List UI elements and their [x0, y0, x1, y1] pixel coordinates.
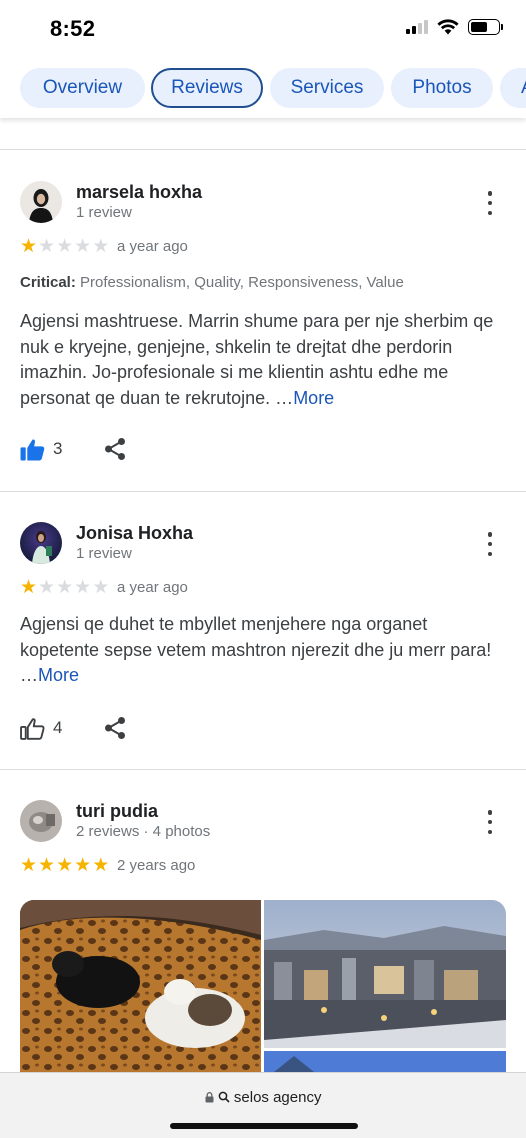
reviewer-name[interactable]: turi pudia: [76, 801, 158, 822]
star-icon: ★: [92, 855, 110, 876]
more-vert-icon[interactable]: [484, 532, 496, 556]
star-icon: ★: [92, 236, 110, 257]
review-card: marsela hoxha 1 review ★ ★ ★ ★ ★ a year …: [0, 150, 526, 492]
avatar[interactable]: [20, 181, 62, 223]
tab-photos[interactable]: Photos: [391, 68, 493, 108]
star-icon: ★: [92, 577, 110, 598]
more-link[interactable]: More: [293, 388, 334, 408]
star-icon: ★: [74, 855, 92, 876]
previous-review-remnant: [0, 116, 526, 150]
thumb-up-icon[interactable]: [20, 717, 45, 740]
reviewer-meta: 1 review: [76, 204, 132, 221]
tab-services[interactable]: Services: [270, 68, 384, 108]
review-card: Jonisa Hoxha 1 review ★ ★ ★ ★ ★ a year a…: [0, 492, 526, 770]
like-count: 4: [53, 718, 63, 737]
review-text: Agjensi mashtruese. Marrin shume para pe…: [20, 309, 508, 411]
star-icon: ★: [74, 236, 92, 257]
star-icon: ★: [74, 577, 92, 598]
review-date: 2 years ago: [117, 857, 196, 874]
reviewer-name[interactable]: marsela hoxha: [76, 182, 202, 203]
browser-address-bar[interactable]: selos agency: [0, 1072, 526, 1138]
star-rating: ★ ★ ★ ★ ★: [20, 578, 109, 597]
status-time: 8:52: [50, 16, 96, 41]
star-icon: ★: [20, 236, 38, 257]
tab-about[interactable]: A: [500, 68, 526, 108]
status-icons: [406, 19, 503, 35]
critical-label: Critical:: [20, 274, 76, 291]
status-bar: 8:52: [0, 0, 526, 58]
more-vert-icon[interactable]: [484, 191, 496, 215]
share-icon[interactable]: [104, 716, 126, 740]
wifi-icon: [437, 19, 459, 35]
signal-icon: [406, 20, 428, 34]
star-rating: ★ ★ ★ ★ ★: [20, 237, 109, 256]
review-photos: [20, 900, 506, 1080]
thumb-up-icon[interactable]: [20, 438, 45, 461]
search-icon: [218, 1091, 230, 1103]
critical-text: Professionalism, Quality, Responsiveness…: [80, 274, 404, 291]
tab-overview[interactable]: Overview: [20, 68, 145, 108]
tab-bar: Overview Reviews Services Photos A: [0, 60, 526, 118]
battery-icon: [468, 19, 503, 35]
review-actions: 3: [20, 437, 126, 461]
star-icon: ★: [56, 236, 74, 257]
review-photo-city[interactable]: [264, 900, 506, 1048]
review-body: Agjensi qe duhet te mbyllet menjehere ng…: [20, 614, 492, 685]
star-icon: ★: [56, 855, 74, 876]
star-icon: ★: [38, 236, 56, 257]
reviewer-meta: 2 reviews · 4 photos: [76, 823, 211, 840]
review-actions: 4: [20, 716, 126, 740]
more-link[interactable]: More: [38, 665, 79, 685]
tab-reviews[interactable]: Reviews: [151, 68, 263, 108]
avatar[interactable]: [20, 522, 62, 564]
review-photo-pets[interactable]: [20, 900, 261, 1080]
avatar[interactable]: [20, 800, 62, 842]
star-icon: ★: [38, 577, 56, 598]
star-icon: ★: [38, 855, 56, 876]
review-body: Agjensi mashtruese. Marrin shume para pe…: [20, 311, 494, 408]
url-text: selos agency: [233, 1089, 322, 1106]
star-icon: ★: [20, 855, 38, 876]
review-date: a year ago: [117, 238, 188, 255]
more-vert-icon[interactable]: [484, 810, 496, 834]
star-rating: ★ ★ ★ ★ ★: [20, 856, 109, 875]
review-text: Agjensi qe duhet te mbyllet menjehere ng…: [20, 612, 508, 689]
reviewer-name[interactable]: Jonisa Hoxha: [76, 523, 193, 544]
reviewer-meta: 1 review: [76, 545, 132, 562]
home-indicator[interactable]: [170, 1123, 358, 1129]
critical-attributes: Critical: Professionalism, Quality, Resp…: [20, 274, 404, 291]
address-field[interactable]: selos agency: [0, 1089, 526, 1106]
share-icon[interactable]: [104, 437, 126, 461]
star-icon: ★: [56, 577, 74, 598]
review-date: a year ago: [117, 579, 188, 596]
star-icon: ★: [20, 577, 38, 598]
like-count: 3: [53, 439, 63, 458]
lock-icon: [205, 1092, 214, 1103]
